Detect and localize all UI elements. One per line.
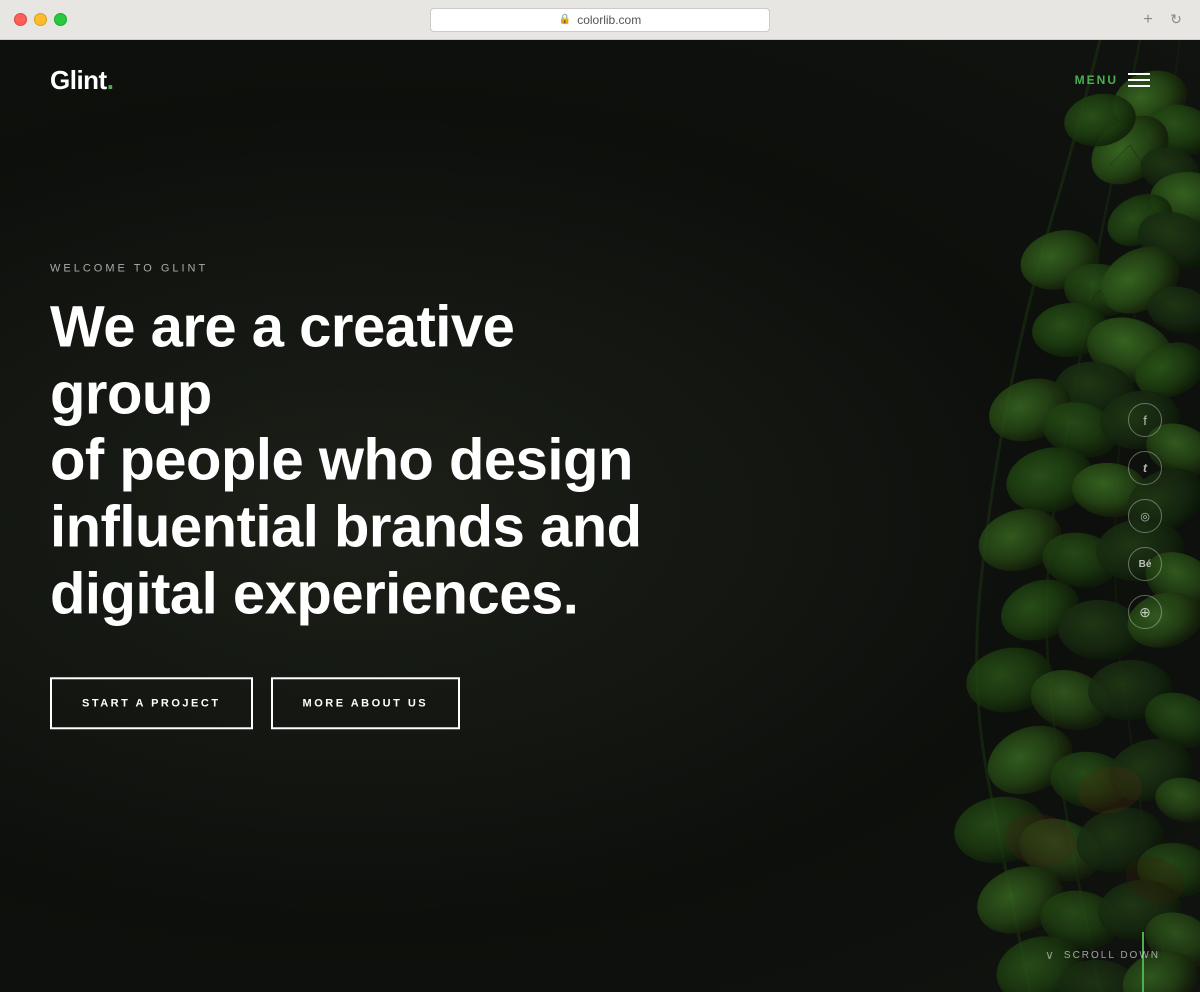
scroll-label: SCROLL DOWN — [1064, 950, 1160, 961]
social-icons: f t ◎ Bé ⊕ — [1128, 403, 1162, 629]
hero-heading: We are a creative group of people who de… — [50, 294, 650, 627]
traffic-lights — [14, 13, 67, 26]
menu-button[interactable]: MENU — [1075, 73, 1150, 87]
behance-icon[interactable]: Bé — [1128, 547, 1162, 581]
browser-chrome: 🔒 colorlib.com + ↻ — [0, 0, 1200, 40]
new-tab-button[interactable]: + — [1138, 10, 1158, 30]
instagram-label: ◎ — [1140, 510, 1150, 523]
dribbble-label: ⊕ — [1139, 604, 1151, 621]
minimize-button[interactable] — [34, 13, 47, 26]
hamburger-icon — [1128, 73, 1150, 87]
logo[interactable]: Glint. — [50, 65, 113, 96]
maximize-button[interactable] — [54, 13, 67, 26]
close-button[interactable] — [14, 13, 27, 26]
hero-line-2: of people who design — [50, 428, 633, 493]
hero-line-3: influential brands and — [50, 494, 642, 559]
scroll-down[interactable]: ∨ SCROLL DOWN — [1045, 948, 1160, 962]
reload-button[interactable]: ↻ — [1166, 10, 1186, 30]
dribbble-icon[interactable]: ⊕ — [1128, 595, 1162, 629]
lock-icon: 🔒 — [559, 14, 571, 25]
chevron-down-icon: ∨ — [1045, 948, 1056, 962]
logo-dot: . — [107, 65, 114, 95]
twitter-label: t — [1143, 461, 1147, 475]
menu-label: MENU — [1075, 73, 1118, 87]
behance-label: Bé — [1139, 559, 1152, 570]
hero-buttons: START A PROJECT MORE ABOUT US — [50, 678, 650, 730]
scroll-line — [1142, 932, 1144, 992]
start-project-button[interactable]: START A PROJECT — [50, 678, 253, 730]
more-about-button[interactable]: MORE ABOUT US — [271, 678, 461, 730]
facebook-label: f — [1143, 413, 1147, 428]
hero-content: WELCOME TO GLINT We are a creative group… — [0, 262, 700, 729]
facebook-icon[interactable]: f — [1128, 403, 1162, 437]
website-viewport: Glint. MENU WELCOME TO GLINT We are a cr… — [0, 40, 1200, 992]
twitter-icon[interactable]: t — [1128, 451, 1162, 485]
navbar: Glint. MENU — [0, 40, 1200, 120]
instagram-icon[interactable]: ◎ — [1128, 499, 1162, 533]
address-bar[interactable]: 🔒 colorlib.com — [430, 8, 770, 32]
url-text: colorlib.com — [577, 13, 641, 27]
logo-text: Glint — [50, 65, 107, 95]
hero-line-4: digital experiences. — [50, 561, 578, 626]
welcome-tag: WELCOME TO GLINT — [50, 262, 650, 274]
hero-line-1: We are a creative group — [50, 294, 514, 426]
